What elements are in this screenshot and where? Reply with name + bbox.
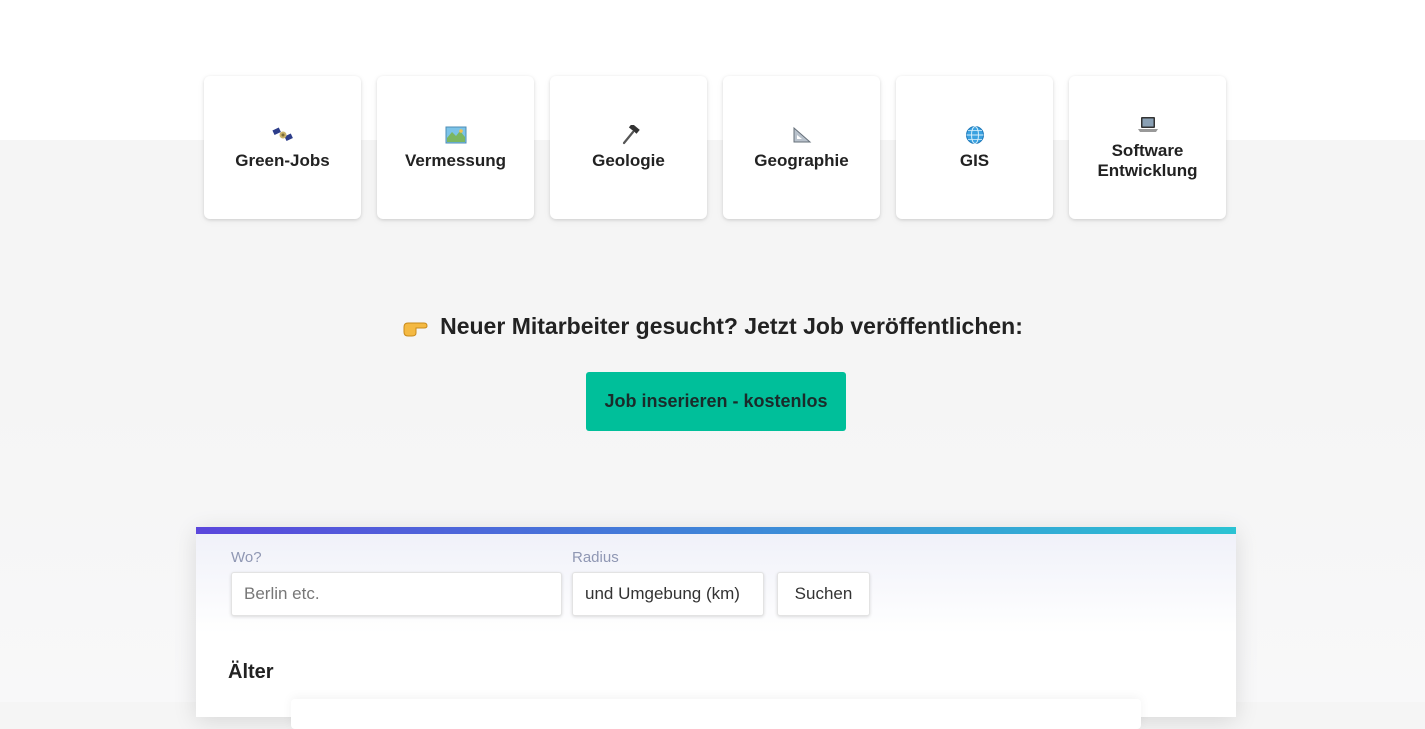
laptop-icon [1137,115,1159,135]
job-search-panel: Wo? Radius Berlin etc. und Umgebung (km)… [196,527,1236,729]
gradient-bar [196,527,1236,534]
category-label: GIS [959,150,990,170]
globe-icon [965,125,985,145]
post-job-button[interactable]: Job inserieren - kostenlos [586,372,846,431]
category-card-software-entwicklung[interactable]: Software Entwicklung [1069,76,1226,219]
where-label: Wo? [231,549,262,566]
category-label: Software Entwicklung [1097,140,1198,180]
hammer-icon [618,124,640,145]
category-label: Geologie [592,150,665,170]
triangle-ruler-icon [791,125,813,145]
radius-select[interactable]: und Umgebung (km) [572,572,764,616]
category-grid: Green-Jobs Vermessung Geologie Geographi… [204,76,1226,219]
map-icon [445,125,467,145]
cta-heading-text: Neuer Mitarbeiter gesucht? Jetzt Job ver… [440,313,1023,339]
category-label: Green-Jobs [235,150,330,170]
list-item [291,699,1141,729]
category-label: Vermessung [404,150,507,170]
pointing-hand-icon [402,316,428,343]
search-button[interactable]: Suchen [777,572,870,616]
satellite-icon [271,125,294,145]
category-label: Geographie [754,150,849,170]
category-card-geologie[interactable]: Geologie [550,76,707,219]
location-input[interactable]: Berlin etc. [231,572,562,616]
category-card-vermessung[interactable]: Vermessung [377,76,534,219]
cta-heading: Neuer Mitarbeiter gesucht? Jetzt Job ver… [0,313,1425,343]
category-card-gis[interactable]: GIS [896,76,1053,219]
section-heading: Älter [228,661,274,683]
category-card-geographie[interactable]: Geographie [723,76,880,219]
category-card-green-jobs[interactable]: Green-Jobs [204,76,361,219]
search-form: Wo? Radius Berlin etc. und Umgebung (km)… [196,534,1236,634]
radius-label: Radius [572,549,619,566]
